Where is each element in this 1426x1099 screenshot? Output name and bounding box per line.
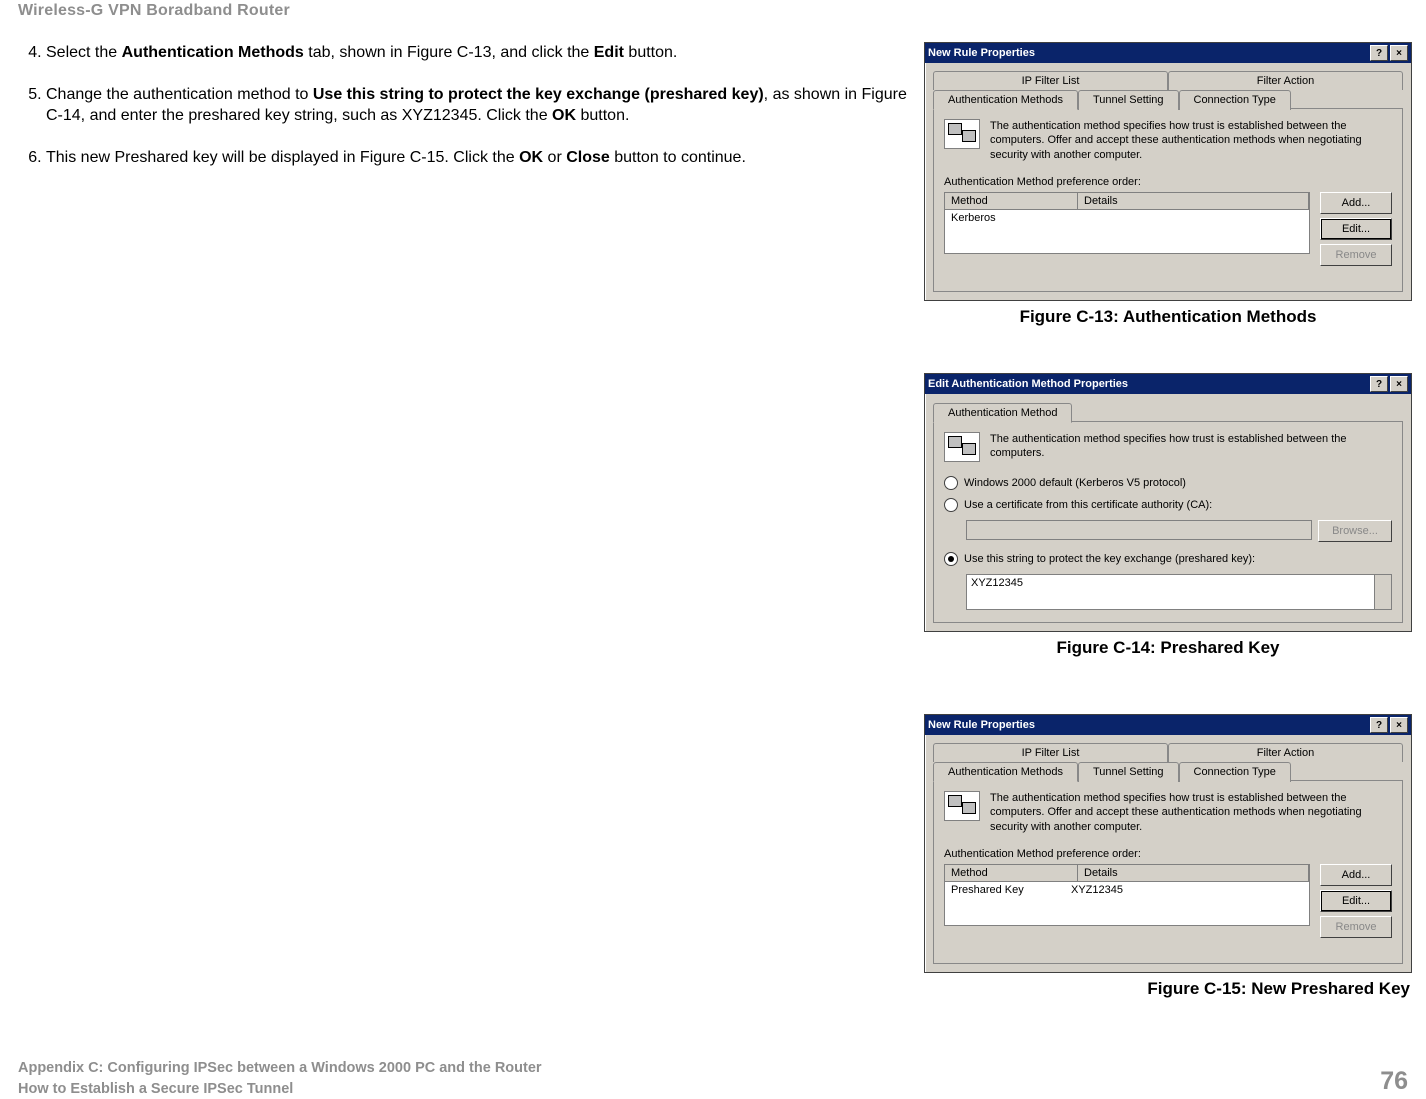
radio-icon [944, 498, 958, 512]
close-icon[interactable]: × [1390, 376, 1408, 392]
dialog-titlebar: New Rule Properties ? × [925, 715, 1411, 735]
doc-header: Wireless-G VPN Boradband Router [18, 0, 1408, 20]
page-footer: Appendix C: Configuring IPSec between a … [18, 1058, 1408, 1099]
page-number: 76 [1380, 1064, 1408, 1099]
figure-caption: Figure C-15: New Preshared Key [924, 979, 1412, 999]
dialog-description: The authentication method specifies how … [990, 119, 1392, 162]
tab-filter-action[interactable]: Filter Action [1168, 743, 1403, 762]
footer-line2: How to Establish a Secure IPSec Tunnel [18, 1079, 542, 1099]
ca-field [966, 520, 1312, 540]
col-details: Details [1078, 865, 1309, 881]
network-icon [944, 119, 980, 149]
radio-kerberos[interactable]: Windows 2000 default (Kerberos V5 protoc… [944, 476, 1392, 490]
col-method: Method [945, 865, 1078, 881]
close-icon[interactable]: × [1390, 717, 1408, 733]
close-icon[interactable]: × [1390, 45, 1408, 61]
method-list[interactable]: Method Details Kerberos [944, 192, 1310, 254]
dialog-titlebar: New Rule Properties ? × [925, 43, 1411, 63]
tab-ip-filter-list[interactable]: IP Filter List [933, 743, 1168, 762]
tab-ip-filter-list[interactable]: IP Filter List [933, 71, 1168, 90]
tab-connection-type[interactable]: Connection Type [1179, 90, 1291, 110]
dialog-description: The authentication method specifies how … [990, 791, 1392, 834]
instruction-column: Select the Authentication Methods tab, s… [18, 42, 918, 999]
figure-c14: Edit Authentication Method Properties ? … [924, 373, 1412, 658]
network-icon [944, 791, 980, 821]
radio-preshared[interactable]: Use this string to protect the key excha… [944, 552, 1392, 566]
method-list[interactable]: Method Details Preshared Key XYZ12345 [944, 864, 1310, 926]
tab-auth-methods[interactable]: Authentication Methods [933, 762, 1078, 782]
step-5: Change the authentication method to Use … [46, 84, 918, 127]
col-method: Method [945, 193, 1078, 209]
tab-tunnel-setting[interactable]: Tunnel Setting [1078, 90, 1179, 110]
remove-button: Remove [1320, 244, 1392, 266]
figure-caption: Figure C-14: Preshared Key [924, 638, 1412, 658]
radio-icon [944, 476, 958, 490]
list-row[interactable]: Preshared Key XYZ12345 [945, 882, 1309, 898]
dialog-title: New Rule Properties [928, 47, 1035, 59]
step-6: This new Preshared key will be displayed… [46, 147, 918, 169]
list-label: Authentication Method preference order: [944, 176, 1392, 188]
step-4: Select the Authentication Methods tab, s… [46, 42, 918, 64]
dialog-title: New Rule Properties [928, 719, 1035, 731]
add-button[interactable]: Add... [1320, 864, 1392, 886]
figure-caption: Figure C-13: Authentication Methods [924, 307, 1412, 327]
help-icon[interactable]: ? [1370, 45, 1388, 61]
add-button[interactable]: Add... [1320, 192, 1392, 214]
tab-filter-action[interactable]: Filter Action [1168, 71, 1403, 90]
list-label: Authentication Method preference order: [944, 848, 1392, 860]
scrollbar[interactable] [1375, 574, 1392, 610]
tab-auth-methods[interactable]: Authentication Methods [933, 90, 1078, 110]
dialog-description: The authentication method specifies how … [990, 432, 1392, 461]
network-icon [944, 432, 980, 462]
list-row[interactable]: Kerberos [945, 210, 1309, 226]
figure-c13: New Rule Properties ? × IP Filter List F… [924, 42, 1412, 327]
radio-icon [944, 552, 958, 566]
col-details: Details [1078, 193, 1309, 209]
preshared-key-field[interactable]: XYZ12345 [966, 574, 1375, 610]
tab-tunnel-setting[interactable]: Tunnel Setting [1078, 762, 1179, 782]
help-icon[interactable]: ? [1370, 717, 1388, 733]
dialog-titlebar: Edit Authentication Method Properties ? … [925, 374, 1411, 394]
edit-button[interactable]: Edit... [1320, 218, 1392, 240]
footer-line1: Appendix C: Configuring IPSec between a … [18, 1058, 542, 1078]
radio-certificate[interactable]: Use a certificate from this certificate … [944, 498, 1392, 512]
help-icon[interactable]: ? [1370, 376, 1388, 392]
tab-auth-method[interactable]: Authentication Method [933, 403, 1072, 423]
dialog-title: Edit Authentication Method Properties [928, 378, 1128, 390]
browse-button: Browse... [1318, 520, 1392, 542]
edit-button[interactable]: Edit... [1320, 890, 1392, 912]
remove-button: Remove [1320, 916, 1392, 938]
tab-connection-type[interactable]: Connection Type [1179, 762, 1291, 782]
figure-c15: New Rule Properties ? × IP Filter List F… [924, 714, 1412, 999]
